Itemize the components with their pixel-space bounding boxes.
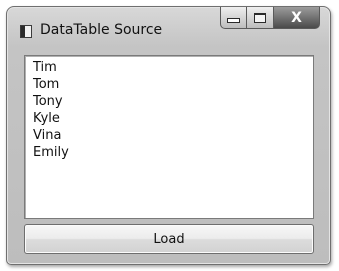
list-item[interactable]: Vina — [33, 127, 313, 144]
close-button[interactable]: X — [274, 7, 320, 29]
list-item[interactable]: Emily — [33, 144, 313, 161]
list-item[interactable]: Kyle — [33, 110, 313, 127]
list-item[interactable]: Tony — [33, 93, 313, 110]
caption-buttons: X — [220, 7, 320, 29]
title-bar[interactable]: DataTable Source X — [7, 7, 330, 49]
window-title: DataTable Source — [40, 22, 163, 38]
maximize-button[interactable] — [247, 7, 274, 29]
load-button[interactable]: Load — [24, 224, 314, 254]
close-icon: X — [291, 9, 302, 26]
minimize-icon — [227, 18, 240, 23]
list-item[interactable]: Tim — [33, 59, 313, 76]
minimize-button[interactable] — [220, 7, 247, 29]
list-item[interactable]: Tom — [33, 76, 313, 93]
maximize-icon — [254, 12, 266, 23]
names-listbox[interactable]: Tim Tom Tony Kyle Vina Emily — [24, 55, 314, 219]
app-icon — [20, 25, 32, 38]
main-window: DataTable Source X Tim Tom Tony Kyle Vin… — [6, 6, 331, 265]
